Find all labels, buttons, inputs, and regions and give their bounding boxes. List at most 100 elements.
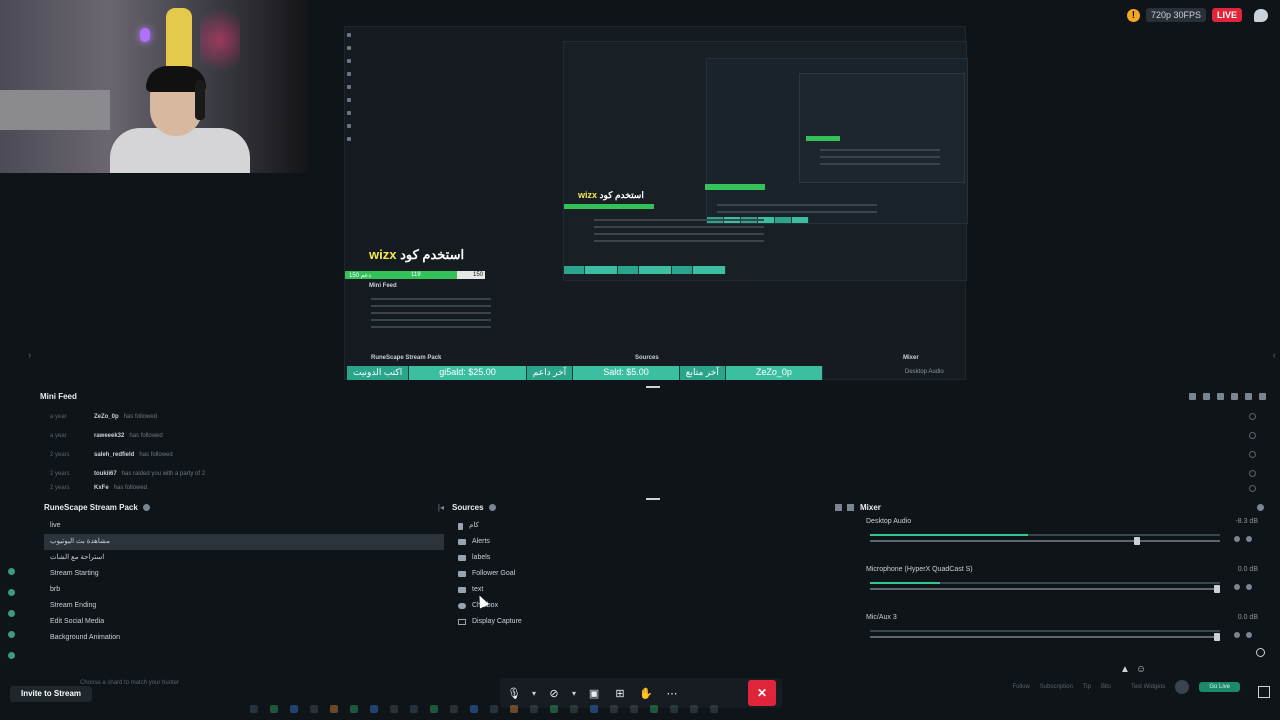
scene-item-active[interactable]: مشاهدة بث اليوتيوب: [44, 534, 444, 550]
feed-user[interactable]: saleh_redfield: [94, 452, 134, 458]
source-item[interactable]: Display Capture: [452, 614, 854, 630]
speaker-icon[interactable]: [1234, 584, 1240, 590]
chevron-down-icon[interactable]: ▾: [532, 689, 536, 698]
scene-item[interactable]: brb: [44, 582, 444, 598]
gear-icon[interactable]: [488, 503, 496, 511]
microphone-icon[interactable]: 🎙: [506, 685, 522, 701]
pause-icon[interactable]: [1217, 392, 1224, 400]
taskbar-icon: [390, 705, 398, 713]
replay-icon[interactable]: [1249, 432, 1256, 439]
warning-icon[interactable]: !: [1126, 8, 1140, 22]
nested-desktop-audio: Desktop Audio: [905, 369, 944, 375]
audio-meter: [870, 534, 1220, 536]
slider-knob[interactable]: [1133, 537, 1140, 545]
add-source-icon[interactable]: [847, 503, 854, 511]
test-bits-link[interactable]: Bits: [1101, 684, 1111, 690]
feed-time: 2 years: [50, 470, 70, 477]
speaker-icon[interactable]: [1234, 632, 1240, 638]
fullscreen-icon[interactable]: [1258, 686, 1270, 698]
studio-mode-icon[interactable]: [8, 568, 15, 575]
speaker-icon[interactable]: [1234, 536, 1240, 542]
invite-to-stream-button[interactable]: Invite to Stream: [10, 686, 92, 702]
stream-status: ! 720p 30FPS LIVE: [1126, 8, 1268, 22]
slider-knob[interactable]: [1214, 633, 1220, 641]
popout-icon[interactable]: [1245, 392, 1252, 400]
source-item[interactable]: text: [452, 582, 854, 598]
scene-item[interactable]: استراحة مع الشات: [44, 550, 444, 566]
apps-icon[interactable]: [8, 610, 15, 617]
scene-item[interactable]: Edit Social Media: [44, 614, 444, 630]
feed-user[interactable]: ZeZo_0p: [94, 414, 119, 420]
filter-icon[interactable]: [1203, 392, 1210, 400]
share-screen-icon[interactable]: ▣: [586, 685, 602, 701]
gear-icon[interactable]: [1246, 584, 1252, 590]
nested-bar-2: [705, 184, 765, 190]
slider-knob[interactable]: [1214, 585, 1220, 593]
nested-minifeed-title: Mini Feed: [369, 283, 397, 289]
scene-item[interactable]: Stream Ending: [44, 598, 444, 614]
test-subscription-link[interactable]: Subscription: [1040, 684, 1073, 690]
highlighter-icon[interactable]: [8, 631, 15, 638]
feed-user[interactable]: KxFe: [94, 485, 109, 491]
goal-bar-right-label: 150: [473, 272, 484, 278]
test-tip-link[interactable]: Tip: [1083, 684, 1091, 690]
taskbar-icon: [570, 705, 578, 713]
chat-icon[interactable]: [1254, 8, 1268, 22]
add-folder-icon[interactable]: [835, 503, 842, 511]
apps-grid-icon[interactable]: ⊞: [612, 685, 628, 701]
gear-icon[interactable]: [1257, 503, 1264, 511]
reactions-icon[interactable]: ✋: [638, 685, 654, 701]
volume-icon[interactable]: [1259, 392, 1266, 400]
replay-icon[interactable]: [1249, 484, 1256, 492]
collapse-left-icon[interactable]: ›: [28, 350, 31, 361]
scene-item[interactable]: Stream Starting: [44, 566, 444, 582]
feed-user[interactable]: raweeek32: [94, 433, 124, 439]
feed-action: has followed: [139, 451, 173, 458]
settings-icon[interactable]: [1189, 392, 1196, 400]
settings-icon[interactable]: [8, 652, 15, 659]
volume-slider[interactable]: [870, 633, 1220, 641]
nested-preview-3: [799, 73, 965, 183]
scene-item[interactable]: live: [44, 518, 444, 534]
collapse-right-icon[interactable]: ‹: [1273, 350, 1276, 361]
zoom-icon[interactable]: [1256, 648, 1265, 657]
feed-user[interactable]: toukii67: [94, 471, 117, 477]
test-widgets-link[interactable]: Test Widgets: [1131, 684, 1165, 690]
more-options-icon[interactable]: ⋯: [664, 685, 680, 701]
avatar[interactable]: [1175, 680, 1190, 694]
gear-icon[interactable]: [1246, 632, 1252, 638]
volume-slider[interactable]: [870, 537, 1220, 545]
nested-promo-code: wizx: [578, 190, 598, 200]
test-follow-link[interactable]: Follow: [1012, 684, 1029, 690]
chevron-down-icon[interactable]: ▾: [572, 689, 576, 698]
skip-icon[interactable]: [1231, 392, 1238, 400]
stop-share-button[interactable]: ✕: [748, 680, 776, 706]
go-live-button[interactable]: Go Live: [1199, 682, 1240, 692]
mini-feed-panel: Mini Feed a year ZeZo_0p has followed a …: [40, 389, 1266, 495]
source-item[interactable]: labels: [452, 550, 854, 566]
resize-handle[interactable]: [646, 386, 660, 388]
nested-mixer-title: Mixer: [903, 355, 919, 361]
mixer-channel: Desktop Audio -8.3 dB: [860, 514, 1264, 562]
toolbar-expand[interactable]: ▲ ☺: [1120, 664, 1146, 675]
taskbar-icon: [410, 705, 418, 713]
themes-icon[interactable]: [8, 589, 15, 596]
source-item[interactable]: Alerts: [452, 534, 854, 550]
replay-icon[interactable]: [1249, 470, 1256, 477]
taskbar-icon: [510, 705, 518, 713]
gear-icon[interactable]: [142, 503, 150, 511]
source-item[interactable]: Follower Goal: [452, 566, 854, 582]
source-item[interactable]: كام: [452, 518, 854, 534]
stream-preview[interactable]: wizx استخدم كود wizx استخدم كود 150 دعم …: [344, 26, 968, 380]
scene-collection-title[interactable]: RuneScape Stream Pack: [44, 503, 138, 512]
replay-icon[interactable]: [1249, 451, 1256, 458]
taskbar-icon: [430, 705, 438, 713]
source-item[interactable]: Chatbox: [452, 598, 854, 614]
scene-item[interactable]: Background Animation: [44, 630, 444, 646]
collapse-icon[interactable]: |◂: [438, 503, 444, 512]
goal-bar-mid-label: 119: [411, 272, 421, 278]
volume-slider[interactable]: [870, 585, 1220, 593]
replay-icon[interactable]: [1249, 413, 1256, 420]
camera-off-icon[interactable]: ⊘: [546, 685, 562, 701]
gear-icon[interactable]: [1246, 536, 1252, 542]
